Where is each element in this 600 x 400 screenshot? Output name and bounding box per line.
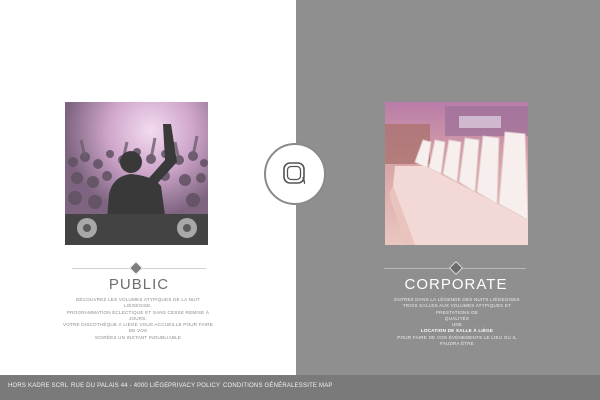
diamond-icon — [448, 260, 464, 276]
brand-logo-icon — [283, 162, 305, 184]
terms-link[interactable]: CONDITIONS GÉNÉRALES — [223, 383, 303, 389]
public-title[interactable]: PUBLIC — [70, 276, 208, 293]
footer: HORS KADRE SCRL RUE DU PALAIS 44 - 4000 … — [0, 375, 600, 400]
desc-line: PROGRAMMATION ÉCLECTIQUE ET SANS CESSE R… — [66, 309, 210, 321]
sitemap-link[interactable]: SITE MAP — [303, 383, 333, 389]
desc-line: POUR FAIRE DE VOS ÉVÉNEMENTS LE LIEU OÙ … — [397, 334, 517, 347]
corporate-panel[interactable]: CORPORATE ENTREZ DANS LA LÉGENDE DES NUI… — [296, 0, 600, 375]
corporate-photo[interactable] — [385, 102, 528, 245]
corporate-title[interactable]: CORPORATE — [376, 276, 536, 293]
brand-logo[interactable] — [264, 143, 326, 205]
diamond-icon — [128, 260, 144, 276]
desc-line: SOIRÉES UN INSTANT INOUBLIABLE — [94, 334, 182, 340]
desc-line: DÉCOUVREZ LES VOLUMES ATYPIQUES DE LA NU… — [75, 297, 201, 309]
corporate-description: ENTREZ DANS LA LÉGENDE DES NUITS LIÉGEOI… — [389, 297, 525, 347]
desc-line: VOTRE DISCOTHÈQUE À LIÈGE VOUS ACCUEILLE… — [62, 322, 214, 334]
public-panel[interactable]: PUBLIC DÉCOUVREZ LES VOLUMES ATYPIQUES D… — [0, 0, 296, 375]
footer-company: HORS KADRE SCRL — [8, 383, 69, 389]
footer-address: RUE DU PALAIS 44 - 4000 LIÈGE — [71, 383, 169, 389]
desc-line: TROIS SALLES AUX VOLUMES ATYPIQUES ET PR… — [402, 303, 512, 315]
public-description: DÉCOUVREZ LES VOLUMES ATYPIQUES DE LA NU… — [62, 297, 214, 341]
privacy-policy-link[interactable]: PRIVACY POLICY — [168, 383, 220, 389]
public-photo[interactable] — [65, 102, 208, 245]
